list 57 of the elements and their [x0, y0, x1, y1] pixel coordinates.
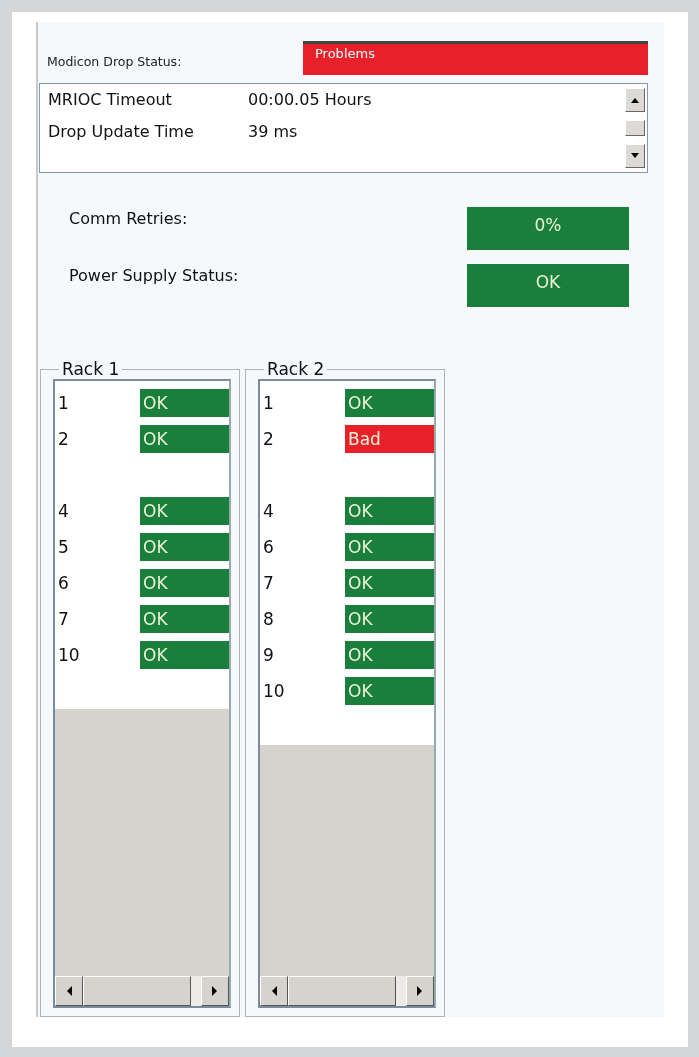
slot-status: Bad	[345, 425, 434, 453]
slot-status: OK	[345, 389, 434, 417]
scroll-left-button[interactable]	[55, 976, 83, 1006]
info-name: Drop Update Time	[48, 122, 195, 143]
slot-number: 1	[57, 393, 70, 413]
metric-value: 0%	[467, 207, 629, 250]
slot-number: 6	[262, 537, 275, 557]
metric-label: Power Supply Status:	[69, 265, 240, 285]
slot-number: 2	[57, 429, 70, 449]
info-value: 39 ms	[248, 122, 298, 143]
up-triangle-icon	[630, 96, 640, 104]
right-triangle-icon	[416, 985, 424, 997]
slot-status: OK	[345, 605, 434, 633]
slot-status: OK	[345, 569, 434, 597]
slot-status: OK	[345, 533, 434, 561]
slot-number: 5	[57, 537, 70, 557]
scroll-down-button[interactable]	[625, 144, 645, 168]
scroll-right-button[interactable]	[201, 976, 229, 1006]
rack-title: Rack 2	[266, 359, 326, 379]
slot-number: 1	[262, 393, 275, 413]
rack-title: Rack 1	[61, 359, 121, 379]
slot-status: OK	[140, 425, 229, 453]
slot-number: 2	[262, 429, 275, 449]
slot-number: 7	[57, 609, 70, 629]
slot-status: OK	[345, 677, 434, 705]
slot-number: 8	[262, 609, 275, 629]
drop-status-label: Modicon Drop Status:	[46, 52, 183, 69]
scroll-up-button[interactable]	[625, 88, 645, 112]
slot-number: 7	[262, 573, 275, 593]
slot-number: 4	[262, 501, 275, 521]
metric-value: OK	[467, 264, 629, 307]
info-value: 00:00.05 Hours	[248, 90, 372, 111]
scroll-thumb[interactable]	[288, 976, 396, 1006]
slot-status: OK	[140, 533, 229, 561]
scroll-thumb[interactable]	[83, 976, 191, 1006]
slot-number: 10	[57, 645, 81, 665]
slot-number: 4	[57, 501, 70, 521]
scroll-thumb[interactable]	[625, 120, 645, 136]
slot-status: OK	[345, 497, 434, 525]
slot-status: OK	[345, 641, 434, 669]
slot-number: 10	[262, 681, 286, 701]
slot-status: OK	[140, 497, 229, 525]
drop-status-value: Problems	[303, 41, 648, 75]
info-name: MRIOC Timeout	[48, 90, 173, 111]
slot-status: OK	[140, 389, 229, 417]
left-triangle-icon	[270, 985, 278, 997]
slot-status: OK	[140, 569, 229, 597]
right-triangle-icon	[211, 985, 219, 997]
down-triangle-icon	[630, 152, 640, 160]
metric-label: Comm Retries:	[69, 208, 189, 228]
slot-number: 9	[262, 645, 275, 665]
slot-status: OK	[140, 641, 229, 669]
slot-number: 6	[57, 573, 70, 593]
scroll-right-button[interactable]	[406, 976, 434, 1006]
scroll-left-button[interactable]	[260, 976, 288, 1006]
slot-status: OK	[140, 605, 229, 633]
left-triangle-icon	[65, 985, 73, 997]
